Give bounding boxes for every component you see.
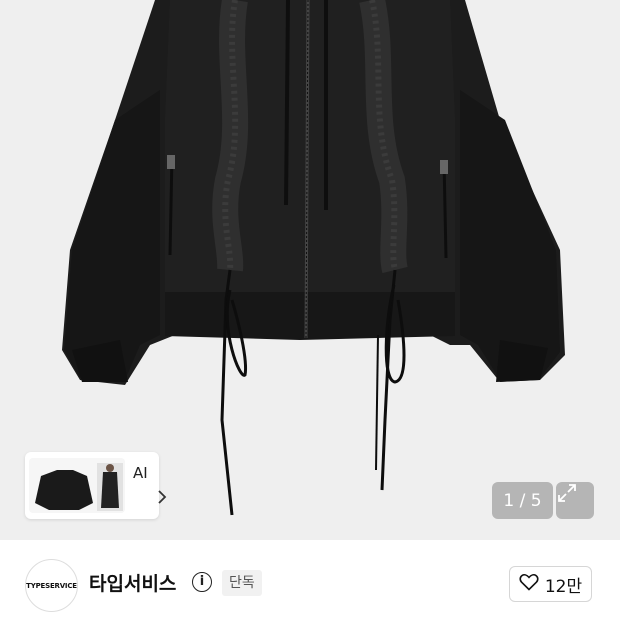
ai-similar-items-card[interactable]: AI — [25, 452, 167, 519]
brand-logo[interactable]: TYPESERVICE — [25, 559, 78, 612]
info-icon[interactable]: i — [192, 572, 212, 592]
exclusive-badge: 단독 — [222, 570, 262, 596]
product-image-gallery[interactable]: AI 1 / 5 — [0, 0, 620, 540]
similar-items-thumbnail — [29, 458, 125, 513]
ai-label: AI — [133, 464, 148, 482]
like-count: 12만 — [544, 576, 583, 597]
brand-name[interactable]: 타입서비스 — [89, 569, 176, 596]
image-counter: 1 / 5 — [492, 482, 553, 519]
like-button[interactable]: 12만 — [509, 566, 592, 602]
heart-icon — [519, 573, 539, 595]
expand-image-button[interactable] — [556, 482, 594, 519]
